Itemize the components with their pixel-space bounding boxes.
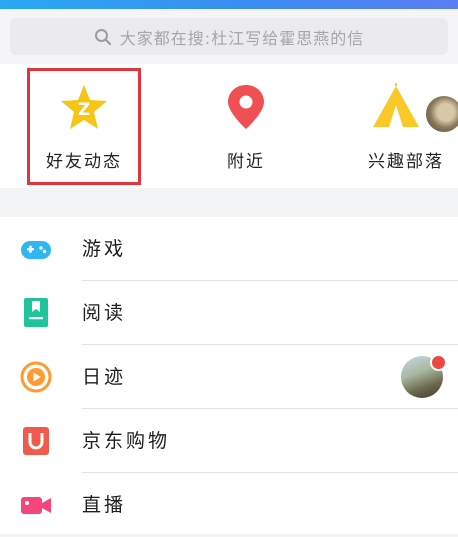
quick-item-label: 附近 xyxy=(227,152,265,172)
list-item-label: 京东购物 xyxy=(82,430,171,452)
jd-bag-icon xyxy=(23,427,49,455)
list-item-live[interactable]: 直播 xyxy=(0,473,458,537)
book-icon xyxy=(24,298,48,327)
search-icon xyxy=(94,28,111,45)
search-input[interactable]: 大家都在搜:杜江写给霍思燕的信 xyxy=(10,18,448,55)
list-item-label: 阅读 xyxy=(82,302,127,324)
avatar xyxy=(424,94,458,134)
quick-access-row: Z 好友动态 附近 兴趣部落 xyxy=(0,64,458,188)
video-camera-icon xyxy=(21,497,51,514)
avatar xyxy=(401,354,447,398)
tent-icon xyxy=(373,83,420,127)
list-item-label: 日迹 xyxy=(82,366,127,388)
list-item-games[interactable]: 游戏 xyxy=(0,217,458,281)
gamepad-icon xyxy=(21,241,51,259)
location-pin-icon xyxy=(228,85,264,129)
play-circle-icon xyxy=(20,361,52,393)
search-area: 大家都在搜:杜江写给霍思燕的信 xyxy=(0,9,458,64)
list-item-label: 游戏 xyxy=(82,238,127,260)
list-item-diary-trace[interactable]: 日迹 xyxy=(0,345,458,409)
highlight-box xyxy=(27,68,141,185)
notification-dot xyxy=(430,354,447,371)
feature-list: 游戏 阅读 日迹 京东购物 直播 xyxy=(0,217,458,534)
quick-item-label: 兴趣部落 xyxy=(368,152,444,172)
search-placeholder: 大家都在搜:杜江写给霍思燕的信 xyxy=(119,28,365,48)
list-item-label: 直播 xyxy=(82,494,127,516)
quick-item-nearby[interactable]: 附近 xyxy=(170,64,322,188)
list-item-reading[interactable]: 阅读 xyxy=(0,281,458,345)
status-bar-strip xyxy=(0,0,458,9)
list-item-jd-shopping[interactable]: 京东购物 xyxy=(0,409,458,473)
